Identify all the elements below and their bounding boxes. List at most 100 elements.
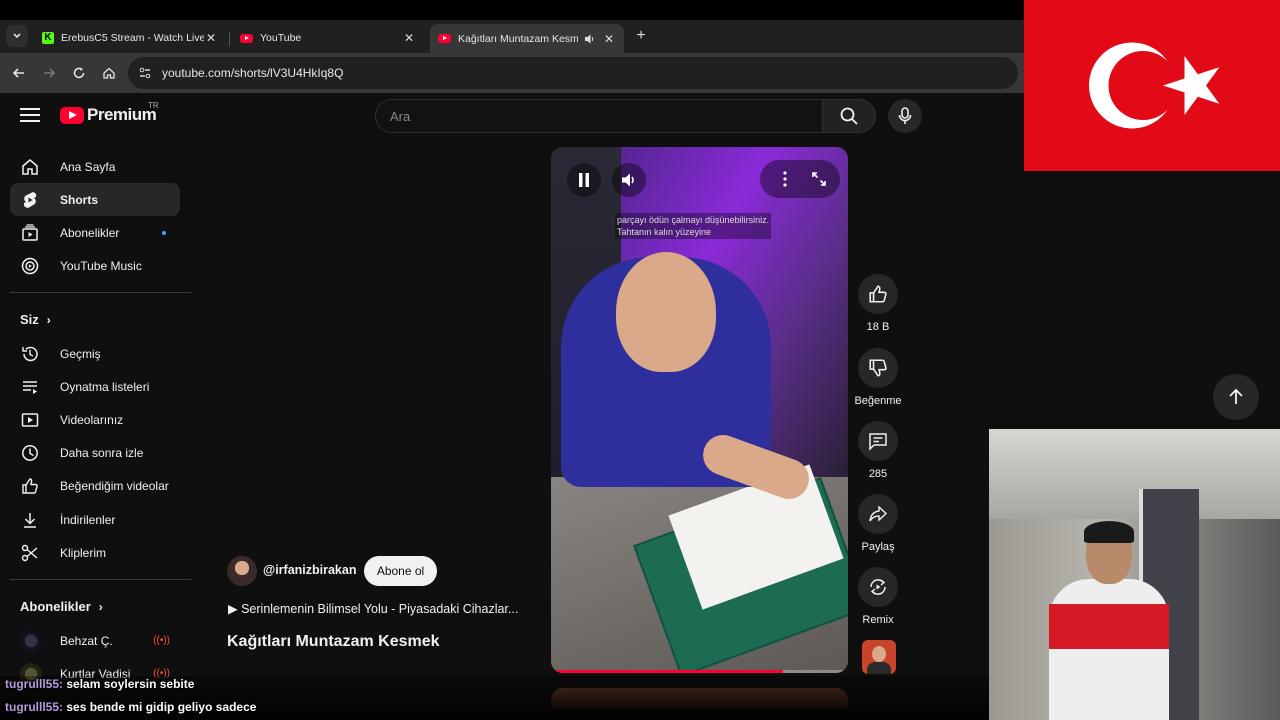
logo-text: Premium bbox=[87, 105, 157, 124]
sidebar-item-label: Shorts bbox=[60, 192, 99, 207]
close-tab-icon[interactable]: ✕ bbox=[204, 31, 218, 45]
chevron-down-icon bbox=[13, 33, 21, 39]
history-icon bbox=[20, 344, 40, 364]
webcam-shirt-band bbox=[1049, 604, 1169, 649]
search-input[interactable]: Ara bbox=[375, 99, 823, 133]
home-button[interactable] bbox=[98, 62, 120, 84]
sidebar-item-your-videos[interactable]: Videolarınız bbox=[10, 403, 180, 436]
tab-search-button[interactable] bbox=[6, 25, 28, 47]
your-videos-icon bbox=[20, 410, 40, 430]
fullscreen-button[interactable] bbox=[802, 162, 836, 196]
scissors-icon bbox=[20, 543, 40, 563]
sidebar-item-label: Geçmiş bbox=[60, 346, 101, 361]
sidebar-heading-label: Abonelikler bbox=[20, 599, 91, 614]
sidebar-item-label: YouTube Music bbox=[60, 258, 142, 273]
pause-button[interactable] bbox=[567, 163, 601, 197]
address-bar[interactable]: youtube.com/shorts/lV3U4HkIq8Q bbox=[128, 57, 1018, 89]
sidebar-sub-behzat[interactable]: Behzat Ç. ((•)) bbox=[10, 624, 180, 657]
like-button[interactable]: 18 B bbox=[853, 274, 903, 333]
sidebar-item-label: Ana Sayfa bbox=[60, 159, 116, 174]
chat-username: tugrulll55: bbox=[5, 700, 64, 714]
tab-erebus[interactable]: K ErebusC5 Stream - Watch Live o ✕ bbox=[34, 24, 226, 52]
tab-shorts-active[interactable]: Kağıtları Muntazam Kesmek ✕ bbox=[430, 24, 624, 53]
comments-button[interactable]: 285 bbox=[853, 421, 903, 480]
sidebar-item-playlists[interactable]: Oynatma listeleri bbox=[10, 370, 180, 403]
sidebar-divider bbox=[10, 579, 191, 580]
share-label: Paylaş bbox=[861, 541, 895, 553]
player-menu-group bbox=[760, 160, 840, 198]
close-tab-icon[interactable]: ✕ bbox=[402, 31, 416, 45]
progress-bar[interactable] bbox=[551, 670, 848, 673]
channel-handle[interactable]: @irfanizbirakan bbox=[263, 563, 356, 577]
speaker-icon[interactable] bbox=[584, 33, 596, 45]
expand-icon bbox=[812, 172, 826, 186]
sidebar-item-watch-later[interactable]: Daha sonra izle bbox=[10, 436, 180, 469]
tab-title: ErebusC5 Stream - Watch Live o bbox=[61, 32, 204, 44]
sidebar-divider bbox=[10, 292, 191, 293]
back-button[interactable] bbox=[8, 62, 30, 84]
download-icon bbox=[20, 510, 40, 530]
share-button[interactable]: Paylaş bbox=[853, 494, 903, 553]
sidebar-item-label: Abonelikler bbox=[60, 225, 120, 240]
dislike-button[interactable]: Beğenme bbox=[853, 348, 903, 407]
reload-button[interactable] bbox=[68, 62, 90, 84]
kick-icon: K bbox=[42, 32, 54, 44]
close-tab-icon[interactable]: ✕ bbox=[602, 32, 616, 46]
channel-avatar[interactable] bbox=[227, 556, 257, 586]
sidebar-item-shorts[interactable]: Shorts bbox=[10, 183, 180, 216]
youtube-icon bbox=[438, 34, 451, 43]
previous-short-button[interactable] bbox=[1213, 374, 1259, 420]
shorts-player[interactable]: parçayı ödün çalmayı düşünebilirsiniz. T… bbox=[551, 147, 848, 673]
sidebar-item-youtube-music[interactable]: YouTube Music bbox=[10, 249, 180, 282]
youtube-logo-icon bbox=[60, 106, 84, 124]
browser-tab-bar: K ErebusC5 Stream - Watch Live o ✕ YouTu… bbox=[0, 0, 1024, 53]
sidebar-item-downloads[interactable]: İndirilenler bbox=[10, 503, 180, 536]
forward-button[interactable] bbox=[38, 62, 60, 84]
subscribe-button[interactable]: Abone ol bbox=[364, 556, 437, 586]
new-tab-button[interactable]: + bbox=[632, 27, 650, 45]
search-button[interactable] bbox=[822, 99, 876, 133]
new-content-dot bbox=[162, 230, 166, 235]
playlist-link[interactable]: ▶ Serinlemenin Bilimsel Yolu - Piyasadak… bbox=[228, 601, 540, 616]
watch-later-icon bbox=[20, 443, 40, 463]
region-code: TR bbox=[148, 101, 159, 110]
reload-icon bbox=[73, 67, 85, 79]
webcam-overlay bbox=[989, 429, 1280, 720]
sidebar-item-clips[interactable]: Kliplerim bbox=[10, 536, 180, 569]
sidebar-item-history[interactable]: Geçmiş bbox=[10, 337, 180, 370]
remix-button[interactable]: Remix bbox=[853, 567, 903, 626]
arrow-right-icon bbox=[44, 68, 56, 78]
tab-youtube[interactable]: YouTube ✕ bbox=[232, 24, 424, 52]
sidebar-heading-label: Siz bbox=[20, 312, 39, 327]
comment-icon bbox=[869, 433, 887, 451]
sidebar-item-home[interactable]: Ana Sayfa bbox=[10, 150, 180, 183]
sidebar-heading-subscriptions[interactable]: Abonelikler › bbox=[20, 599, 103, 614]
volume-button[interactable] bbox=[612, 163, 646, 197]
sidebar-item-label: İndirilenler bbox=[60, 512, 116, 527]
voice-search-button[interactable] bbox=[888, 99, 922, 133]
crescent-star-icon bbox=[1089, 42, 1220, 129]
sidebar-item-subscriptions[interactable]: Abonelikler bbox=[10, 216, 180, 249]
channel-thumbnail[interactable] bbox=[862, 640, 896, 674]
tab-title: YouTube bbox=[260, 32, 302, 44]
home-icon bbox=[20, 157, 40, 177]
comment-count: 285 bbox=[868, 468, 888, 480]
arrow-up-icon bbox=[1229, 388, 1243, 404]
playlists-icon bbox=[20, 377, 40, 397]
sidebar-item-liked-videos[interactable]: Beğendiğim videolar bbox=[10, 469, 180, 502]
webcam-ceiling bbox=[989, 429, 1280, 519]
sidebar-heading-you[interactable]: Siz › bbox=[20, 312, 51, 327]
youtube-premium-logo[interactable]: Premium TR bbox=[60, 101, 159, 125]
chevron-right-icon: › bbox=[46, 312, 51, 327]
tab-separator bbox=[229, 32, 230, 46]
chat-message: tugrulll55: selam soylersin sebite bbox=[5, 677, 194, 691]
progress-fill bbox=[551, 670, 783, 673]
thumbs-up-icon bbox=[869, 285, 887, 303]
site-info-icon[interactable] bbox=[138, 66, 152, 80]
sidebar-item-label: Oynatma listeleri bbox=[60, 379, 150, 394]
play-icon: ▶ bbox=[228, 602, 242, 616]
volume-icon bbox=[622, 173, 634, 187]
guide-menu-button[interactable] bbox=[20, 108, 40, 124]
chat-message: tugrulll55: ses bende mi gidip geliyo sa… bbox=[5, 700, 256, 714]
more-options-button[interactable] bbox=[768, 162, 802, 196]
